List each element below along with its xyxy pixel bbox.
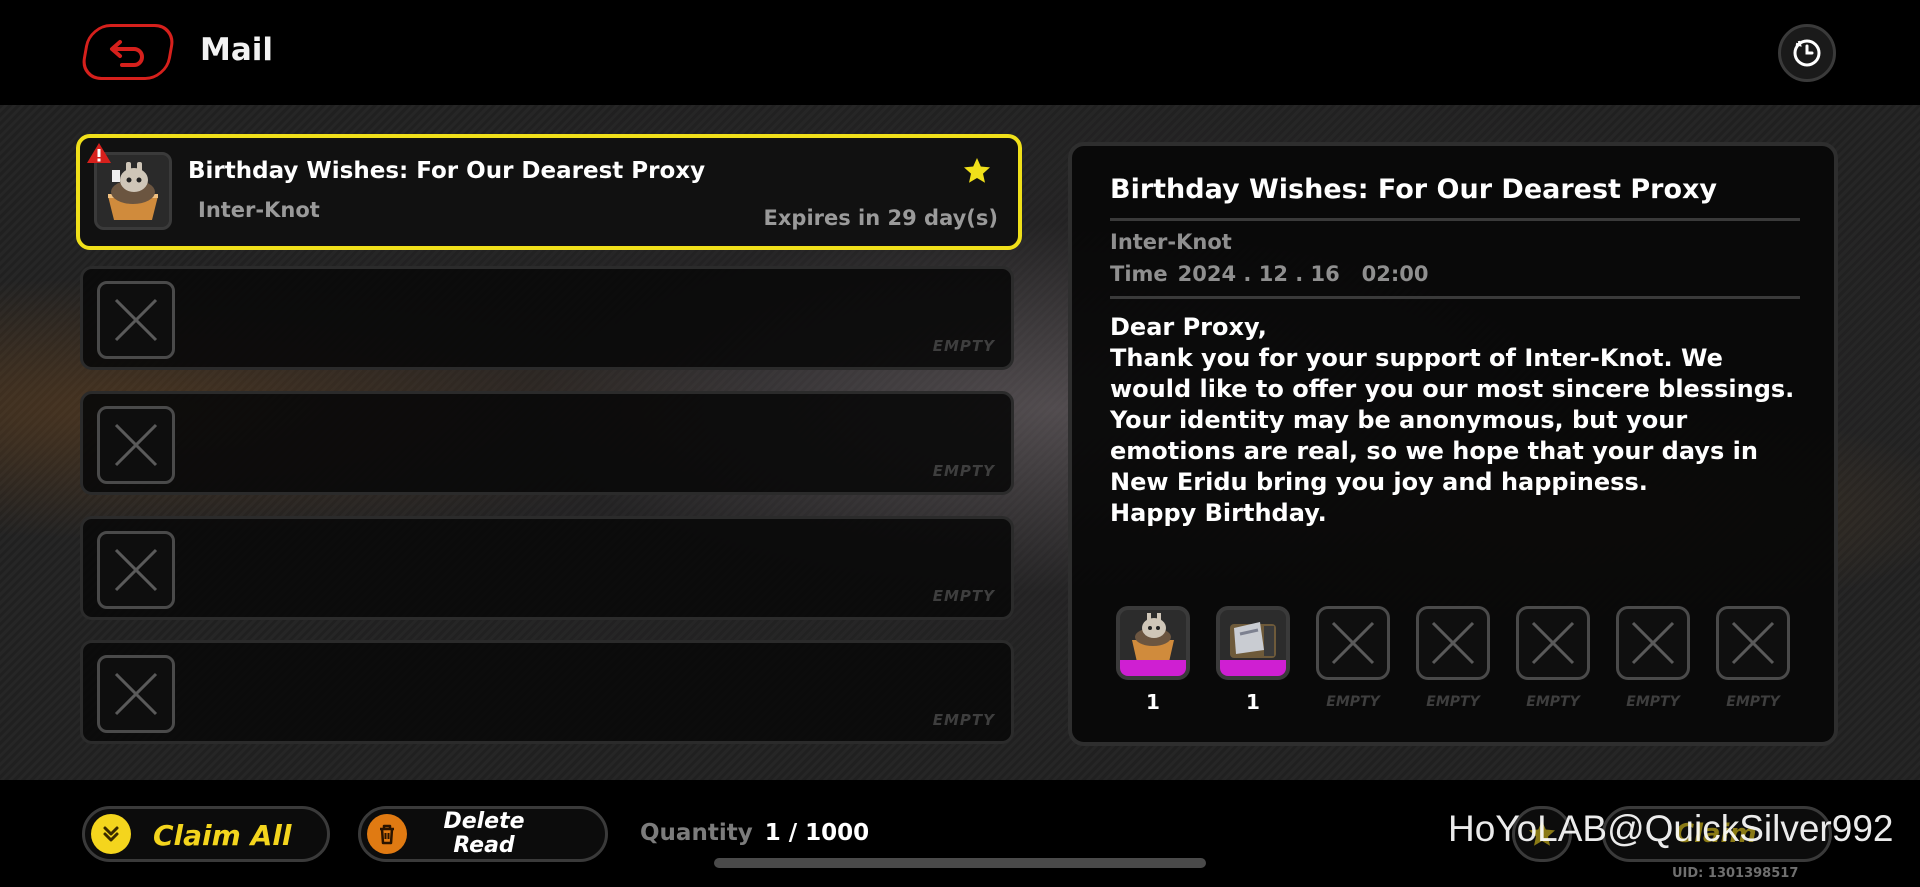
empty-label: EMPTY (1626, 694, 1680, 710)
reward-item[interactable] (1216, 606, 1290, 680)
empty-slot-icon (97, 406, 175, 484)
empty-label: EMPTY (1526, 694, 1580, 710)
empty-slot-icon (1616, 606, 1690, 680)
empty-label: EMPTY (932, 337, 995, 355)
gear-chest-icon (1230, 622, 1276, 658)
empty-label: EMPTY (1726, 694, 1780, 710)
empty-label: EMPTY (932, 462, 995, 480)
claim-all-button[interactable]: Claim All (82, 806, 330, 862)
time-label: Time (1110, 262, 1168, 286)
delete-read-button[interactable]: Delete Read (358, 806, 608, 862)
alert-icon (87, 143, 111, 163)
reward-slot-empty: EMPTY (1616, 606, 1690, 710)
empty-slot-icon (1416, 606, 1490, 680)
trash-icon (367, 814, 407, 854)
mail-item-empty: EMPTY (80, 516, 1014, 620)
detail-time: Time 2024 . 12 . 16 02:00 (1110, 262, 1429, 286)
bangboo-cake-icon (108, 162, 158, 220)
body-paragraph: Your identity may be anonymous, but your… (1110, 406, 1758, 496)
reward-slot-empty: EMPTY (1316, 606, 1390, 710)
bangboo-cake-icon (1132, 613, 1174, 662)
back-button[interactable] (79, 24, 177, 80)
mail-item-sender: Inter-Knot (198, 198, 320, 222)
mail-item-selected[interactable]: Birthday Wishes: For Our Dearest Proxy I… (76, 134, 1022, 250)
reward-slot[interactable]: 1 (1216, 606, 1290, 714)
mail-item-expiry: Expires in 29 day(s) (763, 206, 998, 230)
reward-slot-empty: EMPTY (1716, 606, 1790, 710)
home-indicator[interactable] (714, 858, 1206, 868)
uid-label: UID: 1301398517 (1672, 866, 1799, 881)
empty-slot-icon (97, 655, 175, 733)
top-bar: Mail (0, 0, 1920, 105)
page-title: Mail (200, 32, 274, 68)
reward-slot-empty: EMPTY (1516, 606, 1590, 710)
empty-slot-icon (97, 281, 175, 359)
mail-item-empty: EMPTY (80, 391, 1014, 495)
quantity-display: Quantity 1 / 1000 (640, 820, 869, 846)
quantity-label: Quantity (640, 820, 753, 846)
reward-item[interactable] (1116, 606, 1190, 680)
mail-detail-panel: Birthday Wishes: For Our Dearest Proxy I… (1068, 142, 1838, 746)
body-paragraph: Happy Birthday. (1110, 499, 1327, 527)
star-icon (964, 158, 990, 183)
mail-item-title: Birthday Wishes: For Our Dearest Proxy (188, 158, 706, 184)
claim-all-label: Claim All (153, 819, 292, 852)
empty-slot-icon (1516, 606, 1590, 680)
reward-slot[interactable]: 1 (1116, 606, 1190, 714)
detail-title: Birthday Wishes: For Our Dearest Proxy (1110, 174, 1718, 205)
body-paragraph: Dear Proxy, (1110, 313, 1267, 341)
back-arrow-icon (110, 40, 144, 67)
rewards-row: 1 1 EMPTY EMPTY EMPTY EMPTY EMPTY (1116, 606, 1816, 716)
detail-sender: Inter-Knot (1110, 230, 1232, 254)
body-paragraph: Thank you for your support of Inter-Knot… (1110, 344, 1795, 403)
empty-label: EMPTY (932, 587, 995, 605)
detail-body: Dear Proxy, Thank you for your support o… (1110, 312, 1810, 529)
mail-item-empty: EMPTY (80, 640, 1014, 744)
history-button[interactable] (1778, 24, 1836, 82)
reward-count: 1 (1146, 690, 1160, 714)
empty-label: EMPTY (1426, 694, 1480, 710)
watermark: HoYoLAB@QuickSilver992 (1448, 808, 1894, 849)
divider (1110, 296, 1800, 299)
empty-slot-icon (1716, 606, 1790, 680)
quantity-value: 1 / 1000 (764, 820, 870, 846)
chevron-down-icon (91, 814, 131, 854)
empty-label: EMPTY (932, 711, 995, 729)
reward-slot-empty: EMPTY (1416, 606, 1490, 710)
empty-slot-icon (1316, 606, 1390, 680)
reward-count: 1 (1246, 690, 1260, 714)
clock-icon (1793, 39, 1821, 67)
mail-item-empty: EMPTY (80, 266, 1014, 370)
delete-read-label: Delete Read (443, 809, 525, 858)
divider (1110, 218, 1800, 221)
time-value: 2024 . 12 . 16 02:00 (1177, 262, 1429, 286)
empty-slot-icon (97, 531, 175, 609)
empty-label: EMPTY (1326, 694, 1380, 710)
